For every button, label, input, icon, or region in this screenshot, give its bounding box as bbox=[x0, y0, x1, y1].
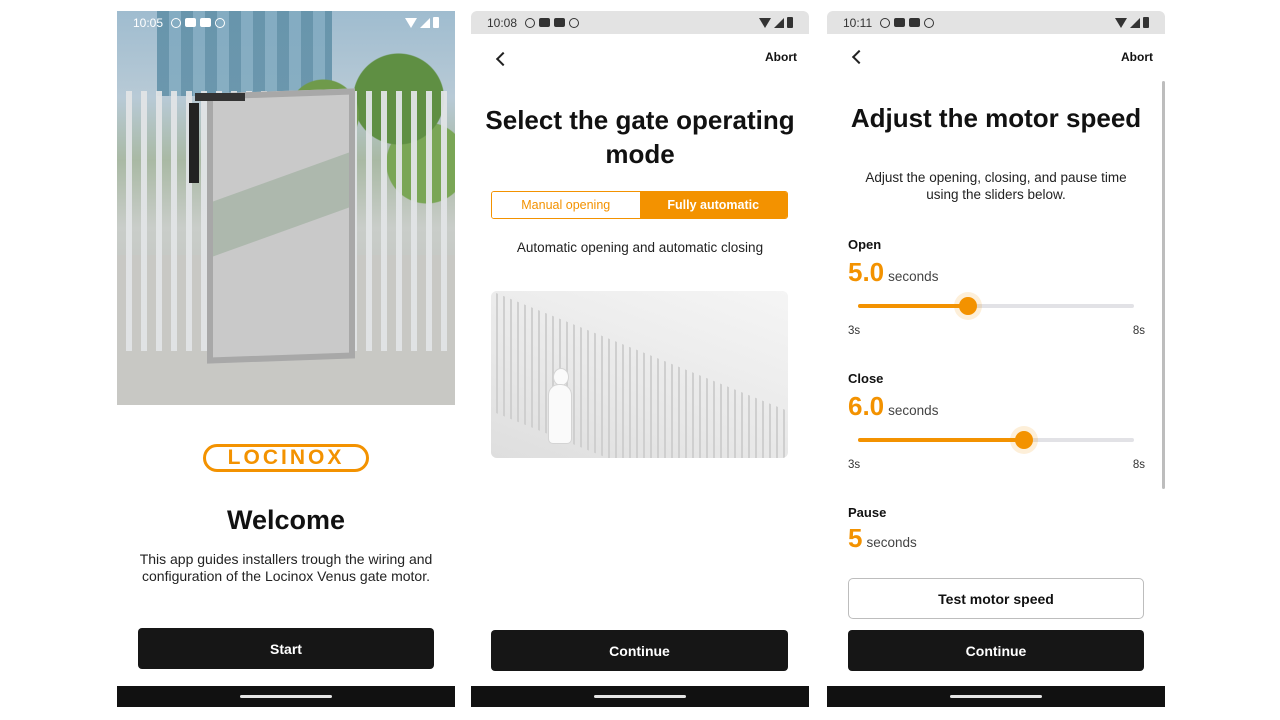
back-chevron-icon bbox=[495, 51, 511, 67]
pause-label: Pause bbox=[848, 505, 887, 520]
close-label: Close bbox=[848, 371, 884, 386]
hero-motor-arm bbox=[195, 93, 245, 101]
battery-icon bbox=[787, 17, 793, 28]
segment-manual-opening[interactable]: Manual opening bbox=[492, 192, 640, 218]
pause-speed-control: Pause 5 seconds bbox=[848, 505, 1148, 554]
hero-motor bbox=[189, 103, 199, 183]
back-chevron-icon bbox=[851, 49, 867, 65]
open-slider[interactable] bbox=[858, 296, 1134, 316]
scrollbar[interactable] bbox=[1162, 81, 1165, 489]
app-icon bbox=[215, 17, 226, 28]
open-unit: seconds bbox=[888, 269, 939, 284]
app-icon bbox=[924, 17, 935, 28]
signal-icon bbox=[1130, 17, 1140, 28]
welcome-description: This app guides installers trough the wi… bbox=[139, 551, 433, 584]
locinox-logo: LOCINOX bbox=[203, 444, 369, 472]
speed-description: Adjust the opening, closing, and pause t… bbox=[865, 170, 1127, 202]
test-motor-speed-button[interactable]: Test motor speed bbox=[848, 578, 1144, 619]
continue-button[interactable]: Continue bbox=[848, 630, 1144, 671]
back-button[interactable] bbox=[489, 47, 513, 71]
home-handle[interactable] bbox=[240, 695, 332, 698]
gate-illustration bbox=[491, 291, 788, 458]
close-unit: seconds bbox=[888, 403, 939, 418]
motor-speed-screen: 10:11 Abort Adjust the motor speed Adjus… bbox=[827, 11, 1165, 707]
home-handle[interactable] bbox=[594, 695, 686, 698]
youtube-icon bbox=[185, 18, 197, 27]
youtube-icon bbox=[539, 18, 551, 27]
page-title: Welcome bbox=[226, 505, 346, 535]
clock-icon bbox=[525, 17, 536, 28]
pause-unit: seconds bbox=[866, 535, 917, 550]
open-slider-thumb[interactable] bbox=[959, 297, 978, 315]
clock-icon bbox=[880, 17, 891, 28]
illustration-person bbox=[546, 369, 574, 444]
wifi-icon bbox=[759, 17, 771, 28]
open-speed-control: Open 5.0 seconds 3s 8s bbox=[848, 237, 1148, 337]
navigation-bar bbox=[827, 686, 1165, 707]
back-button[interactable] bbox=[845, 45, 869, 69]
status-bar: 10:11 bbox=[827, 11, 1165, 34]
operating-mode-screen: 10:08 Abort Select the gate operating mo… bbox=[471, 11, 809, 707]
continue-button[interactable]: Continue bbox=[491, 630, 788, 671]
gate-hero-image bbox=[117, 11, 455, 405]
wifi-icon bbox=[405, 17, 417, 28]
youtube-icon bbox=[909, 18, 921, 27]
signal-icon bbox=[774, 17, 784, 28]
status-time: 10:05 bbox=[133, 15, 164, 30]
page-title: Select the gate operating mode bbox=[485, 105, 795, 169]
status-time: 10:08 bbox=[487, 15, 518, 30]
status-time: 10:11 bbox=[843, 15, 873, 30]
status-bar: 10:05 bbox=[117, 11, 455, 34]
welcome-screen: 10:05 LOCINOX Welcome This app guides in… bbox=[117, 11, 455, 707]
wifi-icon bbox=[1115, 17, 1127, 28]
open-slider-fill bbox=[858, 304, 969, 308]
home-handle[interactable] bbox=[950, 695, 1042, 698]
close-slider-thumb[interactable] bbox=[1014, 431, 1033, 449]
battery-icon bbox=[433, 17, 439, 28]
start-button[interactable]: Start bbox=[138, 628, 434, 669]
close-value: 6.0 bbox=[848, 391, 885, 421]
open-value: 5.0 bbox=[848, 257, 885, 287]
abort-button[interactable]: Abort bbox=[765, 50, 797, 64]
logo-text: LOCINOX bbox=[227, 446, 345, 469]
close-slider-fill bbox=[858, 438, 1024, 442]
youtube-icon bbox=[554, 18, 566, 27]
segment-fully-automatic[interactable]: Fully automatic bbox=[639, 192, 787, 218]
navigation-bar bbox=[471, 686, 809, 707]
app-icon bbox=[569, 17, 580, 28]
close-slider[interactable] bbox=[858, 430, 1134, 450]
abort-button[interactable]: Abort bbox=[1121, 50, 1153, 64]
hero-gate bbox=[207, 88, 355, 364]
operating-mode-toggle: Manual opening Fully automatic bbox=[491, 191, 788, 219]
open-min-label: 3s bbox=[848, 325, 861, 337]
close-speed-control: Close 6.0 seconds 3s 8s bbox=[848, 371, 1148, 471]
open-max-label: 8s bbox=[1132, 325, 1145, 337]
close-max-label: 8s bbox=[1132, 459, 1145, 471]
mode-description: Automatic opening and automatic closing bbox=[516, 240, 764, 255]
clock-icon bbox=[171, 17, 182, 28]
close-min-label: 3s bbox=[848, 459, 861, 471]
signal-icon bbox=[420, 17, 430, 28]
page-title: Adjust the motor speed bbox=[850, 103, 1142, 133]
youtube-icon bbox=[894, 18, 906, 27]
pause-value: 5 bbox=[848, 523, 863, 553]
status-bar: 10:08 bbox=[471, 11, 809, 34]
battery-icon bbox=[1143, 17, 1149, 28]
open-label: Open bbox=[848, 237, 882, 252]
navigation-bar bbox=[117, 686, 455, 707]
youtube-icon bbox=[200, 18, 212, 27]
